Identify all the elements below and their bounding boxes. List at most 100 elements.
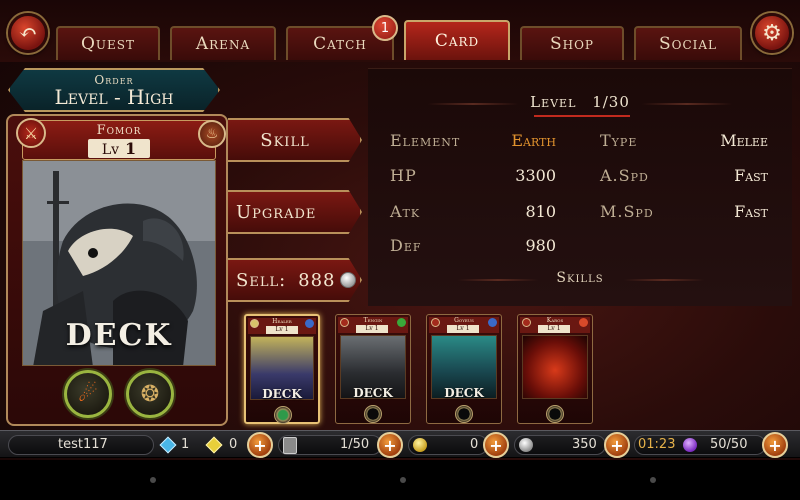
yellow-gem-count: 0 (229, 437, 238, 452)
element-label: Element (390, 131, 461, 150)
skills-heading: Skills (556, 270, 604, 286)
card-stats-panel: Level 1/30 Element Earth Type Melee HP 3… (368, 68, 792, 306)
sell-price: 888 (298, 269, 336, 291)
mini-card-deck-label: DECK (444, 386, 484, 400)
tab-label: Card (434, 31, 480, 51)
deck-card-karos[interactable]: Karos Lv 1 (517, 314, 593, 424)
atk-label: Atk (390, 202, 421, 221)
back-arrow-icon: ↶ (18, 20, 38, 46)
tab-label: Social (658, 34, 718, 54)
skill-label: Skill (260, 129, 310, 151)
gold-coin-icon (413, 438, 427, 452)
def-label: Def (390, 236, 422, 255)
tab-label: Arena (195, 34, 251, 54)
add-gold-button[interactable]: + (483, 432, 509, 458)
add-card-slots-button[interactable]: + (377, 432, 403, 458)
staff-icon (488, 318, 497, 327)
energy-timer: 01:23 (638, 437, 676, 452)
card-artwork[interactable]: DECK (22, 160, 216, 366)
mini-card-level: Lv 1 (266, 326, 298, 334)
silver-count: 350 (572, 437, 597, 452)
gear-icon: ⚙ (762, 20, 782, 46)
tab-label: Catch (313, 34, 367, 54)
card-name-bar: Fomor Lv 1 (22, 120, 216, 160)
card-stack-icon (283, 437, 297, 454)
system-navigation-bar (0, 460, 800, 500)
flame-icon: ♨ (198, 120, 226, 148)
sword-icon (522, 318, 531, 327)
mini-card-deck-label: DECK (262, 387, 302, 401)
mspd-value: Fast (734, 202, 768, 221)
add-gems-button[interactable]: + (247, 432, 273, 458)
tab-card[interactable]: Card (404, 20, 510, 60)
sort-order-selector[interactable]: Order Level - High (8, 68, 220, 112)
level-label: Level (530, 93, 577, 111)
catch-notification-badge: 1 (372, 15, 398, 41)
sell-button[interactable]: Sell: 888 (228, 258, 362, 302)
mini-card-art (522, 335, 588, 399)
skill-button[interactable]: Skill (228, 118, 362, 162)
back-button[interactable]: ↶ (8, 13, 48, 53)
tab-label: Quest (80, 34, 136, 54)
tab-arena[interactable]: Arena (170, 26, 276, 60)
shield-emblem-icon: ❂ (140, 381, 160, 407)
card-level-badge: Lv 1 (87, 139, 151, 158)
energy-count: 50/50 (710, 437, 748, 452)
sword-icon (340, 318, 349, 327)
nav-dot (400, 477, 406, 483)
level-prefix: Lv (101, 142, 120, 158)
yellow-gem-icon (205, 436, 223, 454)
hp-value: 3300 (515, 166, 556, 185)
card-level: 1 (125, 139, 137, 158)
deck-card-tengin[interactable]: Tengin Lv 1 DECK (335, 314, 411, 424)
blue-gem-icon (159, 436, 177, 454)
deck-card-goyeus[interactable]: Goyeus Lv 1 DECK (426, 314, 502, 424)
hp-label: HP (390, 166, 417, 185)
add-silver-button[interactable]: + (604, 432, 630, 458)
mspd-label: M.Spd (600, 202, 654, 221)
type-label: Type (600, 131, 638, 150)
upgrade-label: Upgrade (236, 201, 317, 223)
green-orb-icon (274, 406, 292, 424)
def-value: 980 (525, 236, 556, 255)
fireball-icon: ☄ (78, 381, 98, 407)
aspd-value: Fast (734, 166, 768, 185)
staff-icon (305, 319, 314, 328)
sell-label: Sell: (236, 269, 287, 291)
top-nav-bar: ↶ Quest Arena Catch 1 Card Shop Social ⚙ (0, 0, 800, 62)
flame-icon (579, 318, 588, 327)
silver-coin-icon (519, 438, 533, 452)
energy-orb-icon (683, 438, 697, 452)
card-deck-label: DECK (65, 318, 173, 353)
add-energy-button[interactable]: + (762, 432, 788, 458)
username: test117 (58, 437, 108, 452)
fire-ability-button[interactable]: ☄ (64, 370, 112, 418)
shield-ability-button[interactable]: ❂ (126, 370, 174, 418)
sword-icon: ⚔ (16, 118, 46, 148)
atk-value: 810 (525, 202, 556, 221)
settings-button[interactable]: ⚙ (752, 13, 792, 53)
level-value: 1/30 (592, 93, 630, 111)
level-underline (534, 115, 630, 117)
empty-orb-icon (455, 405, 473, 423)
gold-count: 0 (470, 437, 479, 452)
tab-social[interactable]: Social (634, 26, 742, 60)
card-level-progress: Level 1/30 (368, 93, 792, 111)
aspd-label: A.Spd (600, 166, 649, 185)
tab-quest[interactable]: Quest (56, 26, 160, 60)
sword-icon (431, 318, 440, 327)
tab-shop[interactable]: Shop (520, 26, 624, 60)
mini-card-level: Lv 1 (356, 325, 388, 333)
upgrade-button[interactable]: Upgrade (228, 190, 362, 234)
leaf-icon (397, 318, 406, 327)
empty-orb-icon (546, 405, 564, 423)
type-value: Melee (720, 131, 768, 150)
silver-coin-icon (339, 272, 356, 288)
nav-dot (150, 477, 156, 483)
mini-card-deck-label: DECK (353, 386, 393, 400)
game-screen: ↶ Quest Arena Catch 1 Card Shop Social ⚙… (0, 0, 800, 500)
card-name: Fomor (96, 123, 142, 138)
nav-dot (650, 477, 656, 483)
element-value: Earth (511, 131, 556, 150)
deck-card-healer[interactable]: Healer Lv 1 DECK (244, 314, 320, 424)
